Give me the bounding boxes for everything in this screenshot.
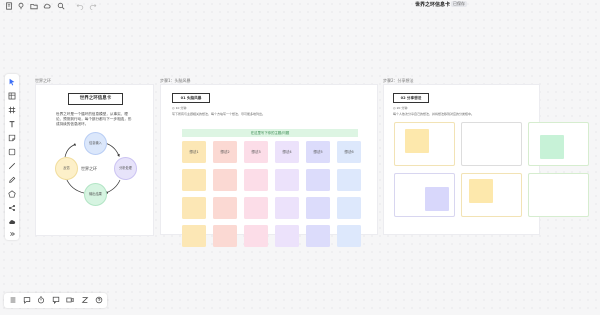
rectangle-icon[interactable] <box>8 148 16 156</box>
idea-note[interactable] <box>182 197 206 219</box>
idea-note-header[interactable]: 想法5 <box>306 141 330 163</box>
frame-share[interactable]: 02 分享想法 ◎ 20 分钟 每个人依次分享自己的想法，并将想法移到对应的分类… <box>383 84 589 235</box>
cycle-node-1[interactable]: 信息输入 <box>84 132 107 155</box>
menu-icon[interactable] <box>5 2 13 10</box>
idea-note[interactable] <box>213 169 237 191</box>
idea-note[interactable] <box>213 225 237 247</box>
category-box-5[interactable] <box>461 173 522 217</box>
upload-icon[interactable] <box>8 218 16 226</box>
idea-note[interactable] <box>244 225 268 247</box>
idea-note[interactable] <box>306 225 330 247</box>
idea-note[interactable] <box>275 169 299 191</box>
cycle-node-2[interactable]: 分析处理 <box>114 157 137 180</box>
idea-note[interactable] <box>182 225 206 247</box>
cloud-icon[interactable] <box>43 2 51 10</box>
list-icon[interactable] <box>9 296 17 304</box>
sticky-note[interactable] <box>425 187 449 211</box>
category-box-6[interactable] <box>528 173 589 217</box>
category-box-2[interactable] <box>461 122 522 166</box>
idea-note[interactable] <box>213 197 237 219</box>
idea-note[interactable] <box>306 197 330 219</box>
share-duration: ◎ 20 分钟 <box>393 106 408 110</box>
video-icon[interactable] <box>66 296 74 304</box>
cycle-center-label: 世界之环 <box>81 166 97 171</box>
idea-note[interactable] <box>244 169 268 191</box>
brainstorm-duration: ◎ 10 分钟 <box>172 106 187 110</box>
sticky-note[interactable] <box>540 135 564 159</box>
sticky-note[interactable] <box>405 129 429 153</box>
comment-icon[interactable] <box>52 296 60 304</box>
save-status-badge: 已保存 <box>451 1 467 7</box>
cycle-arrows <box>64 142 121 194</box>
idea-note-header[interactable]: 想法4 <box>275 141 299 163</box>
left-toolbar <box>5 74 19 240</box>
idea-note[interactable] <box>306 169 330 191</box>
sticky-note[interactable] <box>469 179 493 203</box>
line-icon[interactable] <box>8 162 16 170</box>
table-icon[interactable] <box>8 92 16 100</box>
idea-note-header[interactable]: 想法6 <box>337 141 361 163</box>
cycle-node-4[interactable]: 反馈 <box>55 157 78 180</box>
idea-note[interactable] <box>337 225 361 247</box>
shape-icon[interactable] <box>8 190 16 198</box>
idea-note[interactable] <box>337 169 361 191</box>
frame-brainstorm[interactable]: 01 头脑风暴 ◎ 10 分钟 写下所有与主题相关的想法，每个方块写一个想法，尽… <box>160 84 378 247</box>
top-bar: 世界之环信息卡 已保存 <box>0 0 600 12</box>
category-box-1[interactable] <box>394 122 455 166</box>
frame-icon[interactable] <box>8 106 16 114</box>
frame-world-ring[interactable]: 世界之环信息卡 世界之环是一个循环的信息模型，从事实、理论、预测到行动，每个部分… <box>35 84 154 236</box>
document-title[interactable]: 世界之环信息卡 <box>415 1 450 8</box>
share-description: 每个人依次分享自己的想法，并将想法移到对应的分类框中。 <box>393 112 475 116</box>
brainstorm-step-button[interactable]: 01 头脑风暴 <box>172 93 210 103</box>
chat-icon[interactable] <box>23 296 31 304</box>
folder-icon[interactable] <box>30 2 38 10</box>
help-icon[interactable] <box>95 296 103 304</box>
idea-note[interactable] <box>337 197 361 219</box>
bottom-toolbar <box>4 293 107 308</box>
text-icon[interactable] <box>8 120 16 128</box>
idea-note[interactable] <box>244 197 268 219</box>
idea-note-header[interactable]: 想法3 <box>244 141 268 163</box>
more-icon[interactable] <box>8 230 16 238</box>
zoom-icon[interactable] <box>81 296 89 304</box>
topic-banner[interactable]: 在这里写下你的主题/问题 <box>182 129 358 137</box>
idea-note[interactable] <box>182 169 206 191</box>
pin-icon[interactable] <box>17 2 25 10</box>
share-step-button[interactable]: 02 分享想法 <box>393 93 429 103</box>
idea-note[interactable] <box>275 197 299 219</box>
idea-note[interactable] <box>275 225 299 247</box>
brainstorm-description: 写下所有与主题相关的想法，每个方块写一个想法，尽可能多地列出。 <box>172 112 266 116</box>
idea-note-header[interactable]: 想法1 <box>182 141 206 163</box>
sticky-note-icon[interactable] <box>8 134 16 142</box>
timer-icon[interactable] <box>37 296 45 304</box>
cycle-node-3[interactable]: 输出结果 <box>84 183 107 206</box>
connector-icon[interactable] <box>8 204 16 212</box>
category-box-3[interactable] <box>528 122 589 166</box>
pen-icon[interactable] <box>8 176 16 184</box>
idea-note-header[interactable]: 想法2 <box>213 141 237 163</box>
redo-icon[interactable] <box>89 2 97 10</box>
pointer-icon[interactable] <box>8 78 16 86</box>
undo-icon[interactable] <box>76 2 84 10</box>
search-icon[interactable] <box>57 2 65 10</box>
category-box-4[interactable] <box>394 173 455 217</box>
